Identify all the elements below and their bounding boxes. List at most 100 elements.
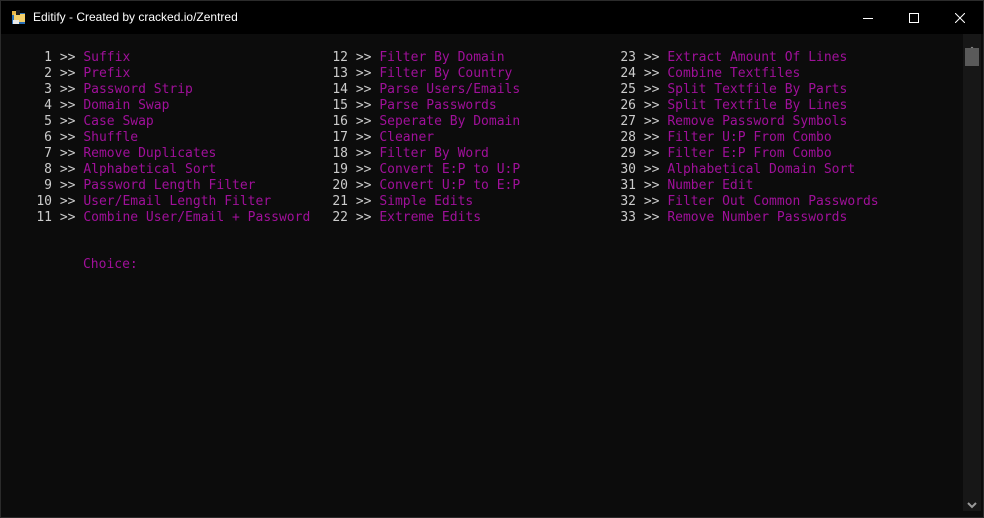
menu-item-separator: >>: [355, 162, 372, 177]
menu-item-label: Combine Textfiles: [667, 66, 801, 81]
menu-item-number: 23: [620, 50, 636, 65]
menu-item-separator: >>: [643, 130, 660, 145]
maximize-button[interactable]: [891, 1, 937, 34]
menu-item-label: Number Edit: [667, 178, 754, 193]
menu-item-number: 6: [44, 130, 52, 145]
menu-item-number: 25: [620, 82, 636, 97]
menu-item: 3 >> Password Strip: [28, 82, 310, 98]
menu-item: 32 >> Filter Out Common Passwords: [612, 194, 878, 210]
menu-item-number: 19: [332, 162, 348, 177]
menu-item-number: 5: [44, 114, 52, 129]
menu-item-separator: >>: [643, 194, 660, 209]
menu-item: 23 >> Extract Amount Of Lines: [612, 50, 879, 66]
menu-column-3: 23 >> Extract Amount Of Lines 24 >> Combi…: [612, 50, 879, 226]
menu-item-label: Split Textfile By Lines: [667, 98, 848, 113]
menu-item-label: Password Strip: [83, 82, 193, 97]
menu-item: 12 >> Filter By Domain: [324, 50, 520, 66]
menu-item-separator: >>: [59, 210, 76, 225]
menu-item-label: Parse Passwords: [379, 98, 497, 113]
menu-item-number: 15: [332, 98, 348, 113]
menu-item: 31 >> Number Edit: [612, 178, 879, 194]
menu-item-number: 30: [620, 162, 636, 177]
menu-item: 33 >> Remove Number Passwords: [612, 210, 879, 226]
title-bar[interactable]: Editify - Created by cracked.io/Zentred: [1, 1, 983, 34]
menu-item-number: 20: [332, 178, 348, 193]
menu-item: 18 >> Filter By Word: [324, 146, 520, 162]
menu-item-separator: >>: [643, 162, 660, 177]
maximize-icon: [909, 12, 919, 23]
scroll-down-button[interactable]: [963, 495, 981, 509]
menu-item: 15 >> Parse Passwords: [324, 98, 520, 114]
menu-item: 9 >> Password Length Filter: [28, 178, 310, 194]
menu-item-label: Filter E:P From Combo: [667, 146, 832, 161]
menu-item-separator: >>: [59, 114, 76, 129]
minimize-button[interactable]: [845, 1, 891, 34]
menu-item-separator: >>: [643, 50, 660, 65]
menu-item-number: 17: [332, 130, 348, 145]
menu-item-separator: >>: [355, 82, 372, 97]
menu-item-separator: >>: [59, 66, 76, 81]
menu-item-separator: >>: [59, 178, 76, 193]
menu-item-number: 16: [332, 114, 348, 129]
menu-item-separator: >>: [355, 98, 372, 113]
menu-item: 1 >> Suffix: [28, 50, 310, 66]
menu-item-separator: >>: [355, 194, 372, 209]
menu-item-number: 32: [620, 194, 636, 209]
chevron-down-icon: [967, 495, 977, 509]
close-button[interactable]: [937, 1, 983, 34]
menu-item-separator: >>: [643, 210, 660, 225]
menu-item-number: 28: [620, 130, 636, 145]
menu-item-label: Cleaner: [379, 130, 435, 145]
menu-item: 16 >> Seperate By Domain: [324, 114, 520, 130]
menu-item: 5 >> Case Swap: [28, 114, 310, 130]
menu-item-separator: >>: [59, 50, 76, 65]
menu-item: 10 >> User/Email Length Filter: [28, 194, 310, 210]
menu-item-number: 14: [332, 82, 348, 97]
menu-item-separator: >>: [643, 66, 660, 81]
menu-item-separator: >>: [643, 98, 660, 113]
menu-item-separator: >>: [355, 50, 372, 65]
menu-item-number: 1: [44, 50, 52, 65]
menu-item: 13 >> Filter By Country: [324, 66, 520, 82]
scrollbar-thumb[interactable]: [965, 48, 979, 66]
menu-item-label: Seperate By Domain: [379, 114, 521, 129]
menu-item-label: Split Textfile By Parts: [667, 82, 848, 97]
menu-item: 8 >> Alphabetical Sort: [28, 162, 310, 178]
menu-item-number: 24: [620, 66, 636, 81]
menu-item: 29 >> Filter E:P From Combo: [612, 146, 879, 162]
menu-item: 25 >> Split Textfile By Parts: [612, 82, 879, 98]
menu-item-separator: >>: [355, 210, 372, 225]
menu-item: 19 >> Convert E:P to U:P: [324, 162, 520, 178]
menu-item: 11 >> Combine User/Email + Password: [28, 210, 310, 226]
window-title: Editify - Created by cracked.io/Zentred: [33, 10, 238, 24]
menu-item-number: 12: [332, 50, 348, 65]
menu-item: 6 >> Shuffle: [28, 130, 310, 146]
menu-item-number: 29: [620, 146, 636, 161]
menu-item: 26 >> Split Textfile By Lines: [612, 98, 879, 114]
vertical-scrollbar[interactable]: [963, 34, 981, 511]
menu-item: 20 >> Convert U:P to E:P: [324, 178, 520, 194]
menu-item-label: Shuffle: [83, 130, 139, 145]
menu-item-separator: >>: [355, 130, 372, 145]
menu-item-separator: >>: [59, 130, 76, 145]
menu-item-number: 4: [44, 98, 52, 113]
menu-item-separator: >>: [355, 146, 372, 161]
menu-item-label: Remove Password Symbols: [667, 114, 848, 129]
choice-prompt[interactable]: Choice:: [36, 241, 138, 289]
menu-item: 21 >> Simple Edits: [324, 194, 520, 210]
menu-item-label: Filter By Domain: [379, 50, 505, 65]
menu-item-label: Simple Edits: [379, 194, 474, 209]
console-window: Editify - Created by cracked.io/Zentred …: [0, 0, 984, 518]
menu-item-number: 9: [44, 178, 52, 193]
menu-item-separator: >>: [59, 82, 76, 97]
menu-item-label: Remove Duplicates: [83, 146, 217, 161]
menu-item-label: Convert E:P to U:P: [379, 162, 521, 177]
menu-item-label: Extreme Edits: [379, 210, 482, 225]
menu-item-number: 13: [332, 66, 348, 81]
menu-item-label: Remove Number Passwords: [667, 210, 848, 225]
menu-item: 4 >> Domain Swap: [28, 98, 310, 114]
menu-column-2: 12 >> Filter By Domain 13 >> Filter By Co…: [324, 50, 520, 226]
menu-item-label: User/Email Length Filter: [83, 194, 272, 209]
menu-item: 28 >> Filter U:P From Combo: [612, 130, 879, 146]
menu-item-label: Prefix: [83, 66, 131, 81]
